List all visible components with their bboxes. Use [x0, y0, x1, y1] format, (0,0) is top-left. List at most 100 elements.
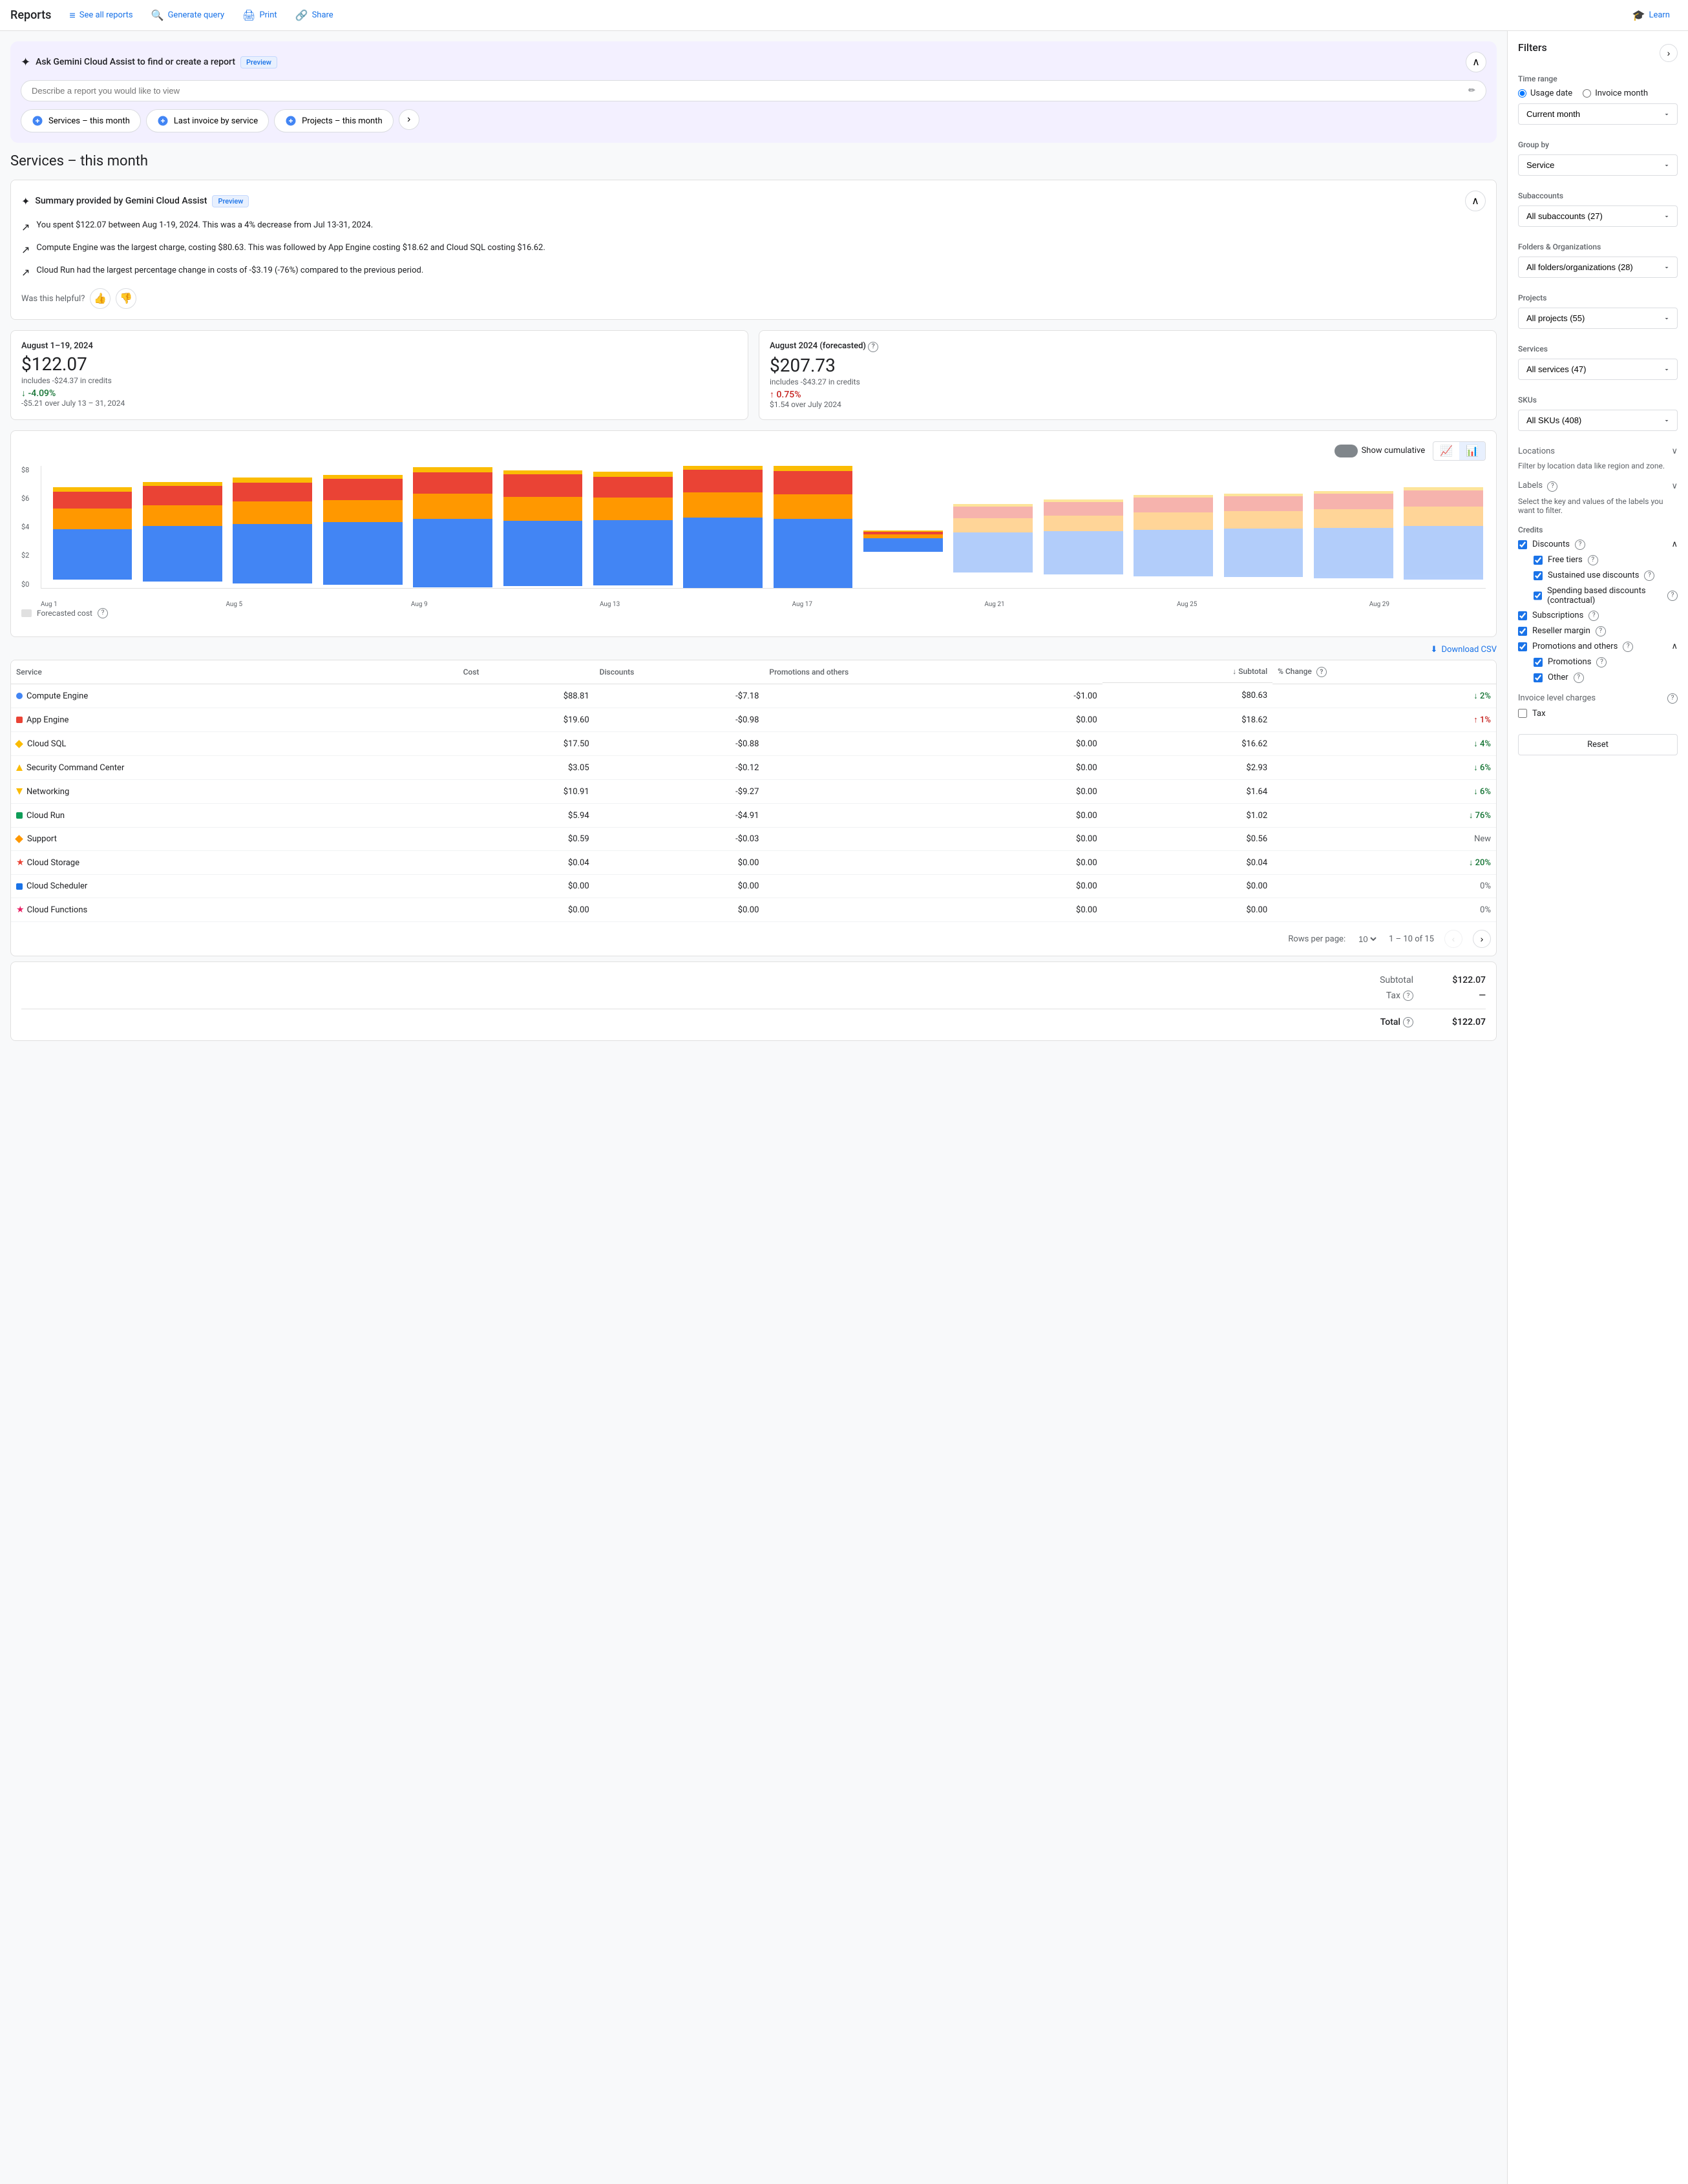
change-help-icon[interactable]: ?	[1316, 667, 1327, 677]
bar-stack[interactable]	[413, 466, 492, 587]
skus-select[interactable]: All SKUs (408)	[1518, 410, 1678, 431]
promotions-help-icon[interactable]: ?	[1623, 642, 1633, 652]
learn-button[interactable]: 🎓 Learn	[1625, 5, 1678, 25]
total-help-icon[interactable]: ?	[1403, 1017, 1413, 1027]
subtotal-cell: $2.93	[1102, 756, 1272, 780]
bar-stack[interactable]	[323, 468, 403, 584]
folders-select[interactable]: All folders/organizations (28)	[1518, 257, 1678, 278]
download-csv-button[interactable]: ⬇ Download CSV	[1431, 645, 1497, 655]
bar-segment	[53, 509, 132, 529]
tax-checkbox[interactable]	[1518, 709, 1527, 718]
discounts-help-icon[interactable]: ?	[1575, 540, 1585, 550]
cumulative-switch[interactable]	[1335, 445, 1358, 457]
thumbs-down-button[interactable]: 👎	[116, 288, 136, 309]
bar-stack[interactable]	[774, 466, 853, 588]
invoice-charges-help-icon[interactable]: ?	[1667, 693, 1678, 704]
spending-help-icon[interactable]: ?	[1667, 591, 1678, 601]
col-header-subtotal[interactable]: ↓ Subtotal	[1102, 660, 1272, 683]
bar-stack[interactable]	[683, 466, 763, 588]
prev-page-button[interactable]: ‹	[1444, 930, 1462, 948]
subscriptions-help-icon[interactable]: ?	[1588, 611, 1599, 621]
services-table: Service Cost Discounts Promotions and ot…	[11, 660, 1496, 923]
see-all-reports-button[interactable]: ≡ See all reports	[61, 5, 140, 26]
generate-query-button[interactable]: 🔍 Generate query	[143, 5, 232, 25]
promotions-expand-icon[interactable]: ∧	[1671, 642, 1678, 651]
quick-report-projects-button[interactable]: Projects – this month	[274, 109, 394, 132]
sustained-checkbox[interactable]	[1534, 571, 1543, 580]
free-tiers-help-icon[interactable]: ?	[1588, 555, 1598, 565]
summary-collapse-button[interactable]: ∧	[1465, 191, 1486, 211]
forecasted-help-icon[interactable]: ?	[868, 342, 878, 352]
bar-stack[interactable]	[1224, 476, 1303, 577]
bar-group	[1305, 466, 1393, 588]
line-chart-button[interactable]: 📈	[1433, 442, 1459, 460]
quick-report-services-button[interactable]: Services – this month	[21, 109, 141, 132]
reseller-checkbox[interactable]	[1518, 627, 1527, 636]
services-select[interactable]: All services (47)	[1518, 359, 1678, 380]
bar-segment	[683, 492, 763, 518]
bar-stack[interactable]	[1314, 475, 1393, 578]
show-cumulative-toggle[interactable]: Show cumulative	[1335, 445, 1426, 457]
discounts-checkbox[interactable]	[1518, 540, 1527, 549]
discounts-cell: -$9.27	[595, 780, 765, 804]
quick-report-invoice-button[interactable]: Last invoice by service	[146, 109, 269, 132]
bar-segment	[413, 472, 492, 494]
forecasted-period: August 2024 (forecasted) ?	[770, 341, 1486, 352]
promotions-main-checkbox[interactable]	[1518, 642, 1527, 651]
bar-stack[interactable]	[503, 467, 583, 586]
projects-select[interactable]: All projects (55)	[1518, 308, 1678, 329]
free-tiers-checkbox[interactable]	[1534, 556, 1543, 565]
next-page-button[interactable]: ›	[1473, 930, 1491, 948]
subaccounts-select[interactable]: All subaccounts (27)	[1518, 205, 1678, 227]
bar-group	[1125, 466, 1213, 588]
change-cell: ↓ 6%	[1272, 756, 1496, 780]
cost-cell: $88.81	[458, 684, 595, 708]
bar-stack[interactable]	[1404, 474, 1483, 580]
subtotal-cell: $18.62	[1102, 708, 1272, 732]
other-help-icon[interactable]: ?	[1574, 673, 1584, 683]
group-by-select[interactable]: Service	[1518, 154, 1678, 176]
reseller-help-icon[interactable]: ?	[1596, 626, 1606, 636]
chart-x-label: Aug 25	[1177, 601, 1197, 608]
bar-stack[interactable]	[53, 474, 132, 580]
thumbs-up-button[interactable]: 👍	[90, 288, 111, 309]
promotions-sub-help-icon[interactable]: ?	[1596, 657, 1607, 667]
sustained-help-icon[interactable]: ?	[1644, 571, 1654, 581]
free-tiers-checkbox-item: Free tiers ?	[1534, 555, 1678, 565]
trend-icon-3: ↗	[21, 265, 30, 280]
locations-toggle[interactable]: Locations ∨	[1518, 446, 1678, 456]
bar-stack[interactable]	[593, 468, 673, 585]
rows-per-page-select[interactable]: 10 25 50	[1356, 934, 1378, 945]
reset-button[interactable]: Reset	[1518, 734, 1678, 755]
discounts-expand-icon[interactable]: ∧	[1671, 540, 1678, 549]
subscriptions-checkbox[interactable]	[1518, 611, 1527, 620]
forecasted-legend-help-icon[interactable]: ?	[98, 608, 108, 618]
subtotal-cell: $0.00	[1102, 898, 1272, 922]
bar-stack[interactable]	[1044, 479, 1123, 574]
other-checkbox[interactable]	[1534, 673, 1543, 682]
gemini-title: ✦ Ask Gemini Cloud Assist to find or cre…	[21, 56, 277, 69]
labels-toggle[interactable]: Labels ? ∨	[1518, 481, 1678, 492]
tax-help-icon[interactable]: ?	[1403, 991, 1413, 1001]
gemini-search-input[interactable]	[32, 86, 1468, 96]
usage-date-radio[interactable]: Usage date	[1518, 89, 1572, 98]
bar-stack[interactable]	[953, 481, 1033, 572]
share-button[interactable]: 🔗 Share	[288, 5, 341, 25]
bar-stack[interactable]	[143, 472, 222, 582]
print-button[interactable]: 🖨 Print	[235, 5, 285, 25]
bar-segment	[774, 494, 853, 519]
bar-chart-button[interactable]: 📊	[1459, 442, 1485, 460]
promotions-sub-checkbox[interactable]	[1534, 658, 1543, 667]
invoice-month-radio[interactable]: Invoice month	[1583, 89, 1648, 98]
gemini-collapse-button[interactable]: ∧	[1466, 52, 1486, 72]
quick-reports-next-button[interactable]: ›	[399, 109, 419, 130]
time-range-select[interactable]: Current month	[1518, 103, 1678, 125]
metric-current-card: August 1–19, 2024 $122.07 includes -$24.…	[10, 330, 748, 420]
bar-stack[interactable]	[233, 470, 312, 583]
sidebar-collapse-button[interactable]: ›	[1660, 44, 1678, 62]
promotions-cell: $0.00	[764, 828, 1102, 851]
labels-help-icon[interactable]: ?	[1547, 481, 1557, 492]
spending-checkbox[interactable]	[1534, 591, 1542, 600]
bar-stack[interactable]	[1134, 477, 1213, 576]
bar-stack[interactable]	[863, 501, 943, 551]
